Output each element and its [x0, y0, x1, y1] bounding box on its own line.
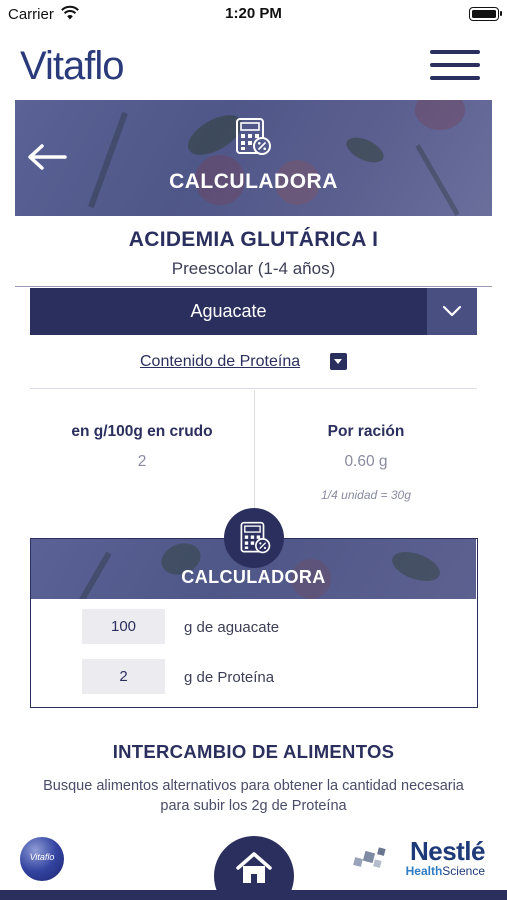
- home-button[interactable]: [214, 836, 294, 900]
- hamburger-menu-icon[interactable]: [430, 50, 480, 82]
- divider: [30, 388, 477, 389]
- chevron-down-icon: [442, 305, 462, 317]
- status-bar: Carrier 1:20 PM: [0, 0, 507, 28]
- calculator-badge: [224, 508, 284, 568]
- calculator-panel-title: CALCULADORA: [181, 567, 326, 587]
- per-100g-value: 2: [137, 453, 147, 470]
- serving-size-note: 1/4 unidad = 30g: [321, 488, 411, 502]
- protein-amount-label: g de Proteína: [184, 669, 275, 686]
- caret-down-icon[interactable]: [330, 353, 347, 370]
- disease-title: ACIDEMIA GLUTÁRICA I: [128, 228, 379, 251]
- food-select-value: Aguacate: [190, 301, 267, 321]
- per-serving-value: 0.60 g: [344, 453, 388, 470]
- vitaflo-logo[interactable]: Vitaflo: [20, 44, 124, 89]
- cubes-icon: [353, 847, 386, 868]
- banner-title: CALCULADORA: [169, 170, 338, 193]
- divider: [15, 286, 492, 287]
- food-exchange-title: INTERCAMBIO DE ALIMENTOS: [112, 741, 395, 762]
- dropdown-toggle[interactable]: [427, 288, 477, 335]
- food-exchange-description: Busque alimentos alternativos para obten…: [43, 778, 464, 814]
- nutrient-selector-link[interactable]: Contenido de Proteína: [140, 353, 300, 371]
- per-serving-heading: Por ración: [327, 423, 405, 440]
- globe-logo-text: Vitaflo: [29, 852, 55, 862]
- food-select-dropdown[interactable]: Aguacate: [30, 288, 477, 335]
- vitaflo-globe-logo[interactable]: Vitaflo: [20, 837, 64, 881]
- calculator-icon: [236, 118, 271, 155]
- food-amount-input[interactable]: [82, 609, 165, 644]
- health-science-label: HealthScience: [405, 864, 485, 878]
- food-amount-label: g de aguacate: [184, 619, 280, 636]
- protein-amount-input[interactable]: [82, 659, 165, 694]
- battery-icon: [469, 7, 502, 21]
- nestle-health-science-logo: Nestlé HealthScience: [350, 836, 486, 880]
- age-group-subtitle: Preescolar (1-4 años): [171, 259, 336, 278]
- home-icon: [236, 852, 272, 883]
- back-arrow-icon[interactable]: [25, 142, 69, 172]
- clock: 1:20 PM: [225, 5, 282, 22]
- per-100g-heading: en g/100g en crudo: [71, 423, 213, 440]
- calculator-icon: [240, 521, 271, 554]
- calculator-banner: CALCULADORA: [15, 100, 492, 216]
- nestle-brand-name: Nestlé: [409, 836, 486, 866]
